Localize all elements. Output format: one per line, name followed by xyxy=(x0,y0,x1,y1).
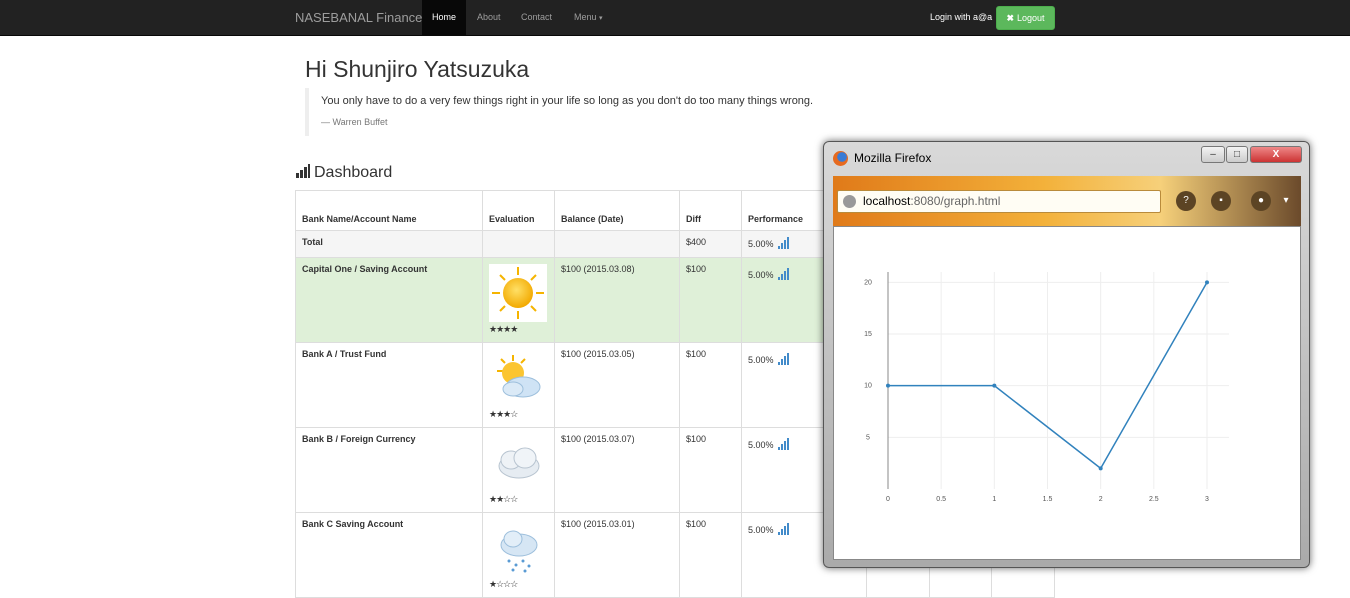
window-title: Mozilla Firefox xyxy=(854,151,932,165)
account-name: Bank A / Trust Fund xyxy=(295,342,483,428)
extension-icon[interactable]: ▪ xyxy=(1211,191,1231,211)
brand-link[interactable]: NASEBANAL Finance xyxy=(295,10,422,25)
data-point xyxy=(886,383,890,388)
quote-text: You only have to do a very few things ri… xyxy=(321,95,814,107)
firefox-popup-window[interactable]: Mozilla Firefox – □ X localhost:8080/gra… xyxy=(823,141,1310,568)
close-window-button[interactable]: X xyxy=(1250,146,1302,163)
caret-down-icon: ▾ xyxy=(599,15,603,22)
balance-cell: $100 (2015.03.05) xyxy=(554,342,680,428)
total-performance: 5.00% xyxy=(748,239,774,249)
browser-toolbar: localhost:8080/graph.html ? ▪ ● ▾ xyxy=(833,176,1301,226)
table-cell xyxy=(554,230,680,258)
evaluation-cell: ★☆☆☆ xyxy=(482,512,555,598)
signal-bars-icon xyxy=(296,164,310,178)
cloudy-icon xyxy=(498,447,540,479)
logout-button[interactable]: ✖ Logout xyxy=(996,6,1055,30)
signal-bars-icon xyxy=(778,438,790,450)
y-tick-label: 20 xyxy=(864,279,872,286)
data-point xyxy=(992,383,997,388)
url-bar[interactable]: localhost:8080/graph.html xyxy=(837,190,1161,213)
x-tick-label: 2 xyxy=(1099,496,1103,503)
nav-about[interactable]: About xyxy=(477,0,501,35)
x-tick-label: 2.5 xyxy=(1149,496,1159,503)
x-tick-label: 1 xyxy=(992,496,996,503)
addon-icon[interactable]: ● xyxy=(1251,191,1271,211)
y-tick-label: 5 xyxy=(866,434,870,441)
y-tick-label: 15 xyxy=(864,331,872,338)
diff-cell: $100 xyxy=(679,257,742,343)
y-tick-label: 10 xyxy=(864,383,872,390)
maximize-button[interactable]: □ xyxy=(1226,146,1248,163)
data-point xyxy=(1098,466,1103,471)
evaluation-cell: ★★☆☆ xyxy=(482,427,555,513)
globe-icon xyxy=(843,195,856,208)
account-name: Bank C Saving Account xyxy=(295,512,483,598)
data-point xyxy=(1205,280,1209,285)
diff-cell: $100 xyxy=(679,427,742,513)
column-header: Evaluation xyxy=(482,190,555,231)
performance-value: 5.00% xyxy=(748,355,774,365)
diff-cell: $100 xyxy=(679,512,742,598)
partly-cloudy-icon xyxy=(497,355,541,398)
balance-cell: $100 (2015.03.08) xyxy=(554,257,680,343)
diff-cell: $100 xyxy=(679,342,742,428)
evaluation-cell: ★★★★ xyxy=(482,257,555,343)
total-label: Total xyxy=(295,230,483,258)
top-navbar: NASEBANAL Finance Home About Contact Men… xyxy=(0,0,1350,36)
star-rating: ★★★☆ xyxy=(489,409,518,419)
signal-bars-icon xyxy=(778,353,790,365)
signal-bars-icon xyxy=(778,268,790,280)
performance-value: 5.00% xyxy=(748,525,774,535)
nav-menu-label: Menu xyxy=(574,12,597,22)
x-tick-label: 3 xyxy=(1205,496,1209,503)
x-tick-label: 1.5 xyxy=(1043,496,1053,503)
total-diff: $400 xyxy=(679,230,742,258)
nav-contact[interactable]: Contact xyxy=(521,0,552,35)
minimize-button[interactable]: – xyxy=(1201,146,1225,163)
dropdown-arrow-icon[interactable]: ▾ xyxy=(1276,191,1296,211)
table-cell xyxy=(482,230,555,258)
sunny-icon xyxy=(489,264,547,322)
x-tick-label: 0.5 xyxy=(936,496,946,503)
dashboard-heading: Dashboard xyxy=(296,164,392,182)
quote-author: — Warren Buffet xyxy=(321,117,388,127)
graph-page: 0 0.5 1 1.5 2 2.5 3 5 10 15 20 xyxy=(833,226,1301,560)
evaluation-cell: ★★★☆ xyxy=(482,342,555,428)
nav-menu-dropdown[interactable]: Menu ▾ xyxy=(574,0,603,35)
account-name: Capital One / Saving Account xyxy=(295,257,483,343)
star-rating: ★★★★ xyxy=(489,324,518,334)
balance-cell: $100 (2015.03.01) xyxy=(554,512,680,598)
dashboard-title: Dashboard xyxy=(314,164,393,181)
performance-value: 5.00% xyxy=(748,270,774,280)
login-status-text: Login with a@a xyxy=(930,12,993,22)
column-header: Balance (Date) xyxy=(554,190,680,231)
line-chart: 0 0.5 1 1.5 2 2.5 3 5 10 15 20 xyxy=(864,272,1229,503)
url-host: localhost xyxy=(863,194,911,208)
help-icon[interactable]: ? xyxy=(1176,191,1196,211)
page-title: Hi Shunjiro Yatsuzuka xyxy=(305,56,530,82)
star-rating: ★★☆☆ xyxy=(489,494,518,504)
column-header: Bank Name/Account Name xyxy=(295,190,483,231)
rain-icon xyxy=(500,530,538,573)
column-header: Diff xyxy=(679,190,742,231)
balance-cell: $100 (2015.03.07) xyxy=(554,427,680,513)
logout-label: Logout xyxy=(1017,13,1045,23)
firefox-logo-icon xyxy=(833,151,848,166)
close-icon: ✖ xyxy=(1006,13,1014,23)
performance-value: 5.00% xyxy=(748,440,774,450)
account-name: Bank B / Foreign Currency xyxy=(295,427,483,513)
quote-block: You only have to do a very few things ri… xyxy=(305,88,905,136)
signal-bars-icon xyxy=(778,237,790,249)
signal-bars-icon xyxy=(778,523,790,535)
nav-home[interactable]: Home xyxy=(422,0,467,35)
x-tick-label: 0 xyxy=(886,496,890,503)
url-path: :8080/graph.html xyxy=(910,194,1001,208)
star-rating: ★☆☆☆ xyxy=(489,579,518,589)
